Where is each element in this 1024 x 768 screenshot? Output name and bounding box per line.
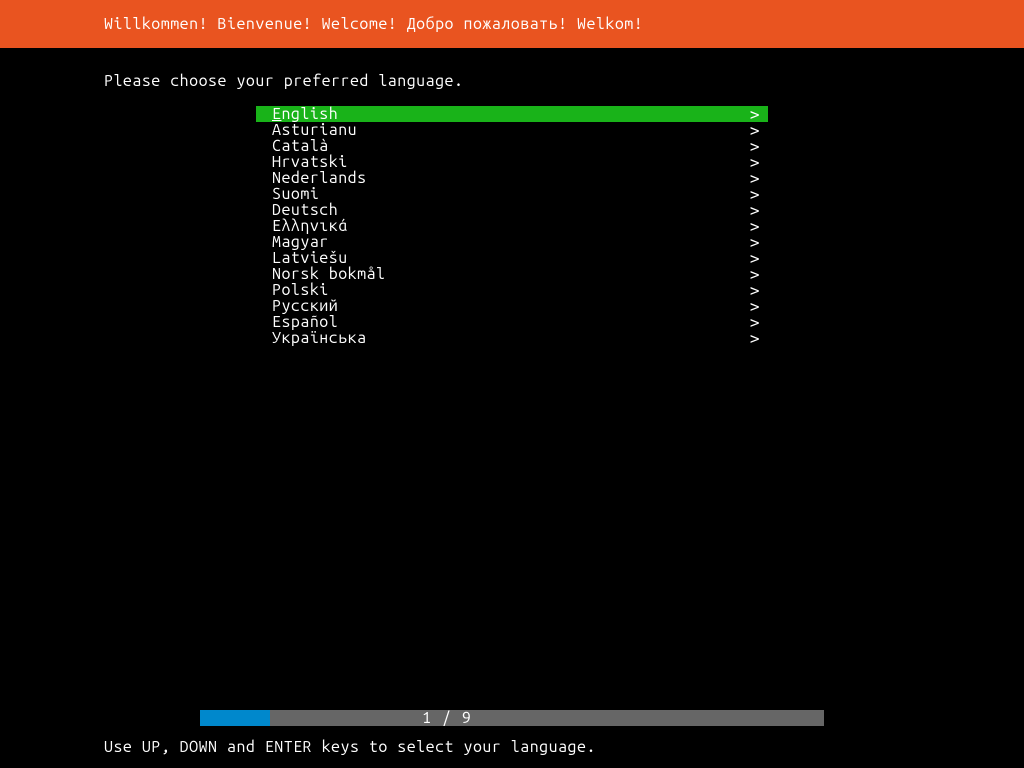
language-option[interactable]: Català> xyxy=(256,138,768,154)
language-option[interactable]: Nederlands> xyxy=(256,170,768,186)
language-option[interactable]: Українська > xyxy=(256,330,768,346)
language-option[interactable]: Deutsch> xyxy=(256,202,768,218)
progress-bar: 1 / 9 xyxy=(0,710,1024,726)
language-option[interactable]: Hrvatski> xyxy=(256,154,768,170)
language-option[interactable]: Asturianu> xyxy=(256,122,768,138)
language-option[interactable]: Norsk bokmål> xyxy=(256,266,768,282)
language-list: English>Asturianu>Català>Hrvatski>Nederl… xyxy=(256,106,768,346)
keyboard-hint: Use UP, DOWN and ENTER keys to select yo… xyxy=(0,726,1024,768)
footer: 1 / 9 Use UP, DOWN and ENTER keys to sel… xyxy=(0,710,1024,768)
language-option[interactable]: Español> xyxy=(256,314,768,330)
welcome-title: Willkommen! Bienvenue! Welcome! Добро по… xyxy=(104,15,643,33)
language-option[interactable]: English> xyxy=(256,106,768,122)
progress-track: 1 / 9 xyxy=(270,710,824,726)
language-label: Українська xyxy=(272,329,367,347)
language-option[interactable]: Ελληνικά> xyxy=(256,218,768,234)
language-option[interactable]: Latviešu> xyxy=(256,250,768,266)
language-option[interactable]: Русский> xyxy=(256,298,768,314)
progress-fill xyxy=(200,710,270,726)
chevron-right-icon: > xyxy=(750,329,760,348)
progress-text: 1 / 9 xyxy=(422,709,472,727)
language-prompt: Please choose your preferred language. xyxy=(0,48,1024,106)
language-option[interactable]: Suomi> xyxy=(256,186,768,202)
language-option[interactable]: Polski> xyxy=(256,282,768,298)
header-bar: Willkommen! Bienvenue! Welcome! Добро по… xyxy=(0,0,1024,48)
language-option[interactable]: Magyar> xyxy=(256,234,768,250)
